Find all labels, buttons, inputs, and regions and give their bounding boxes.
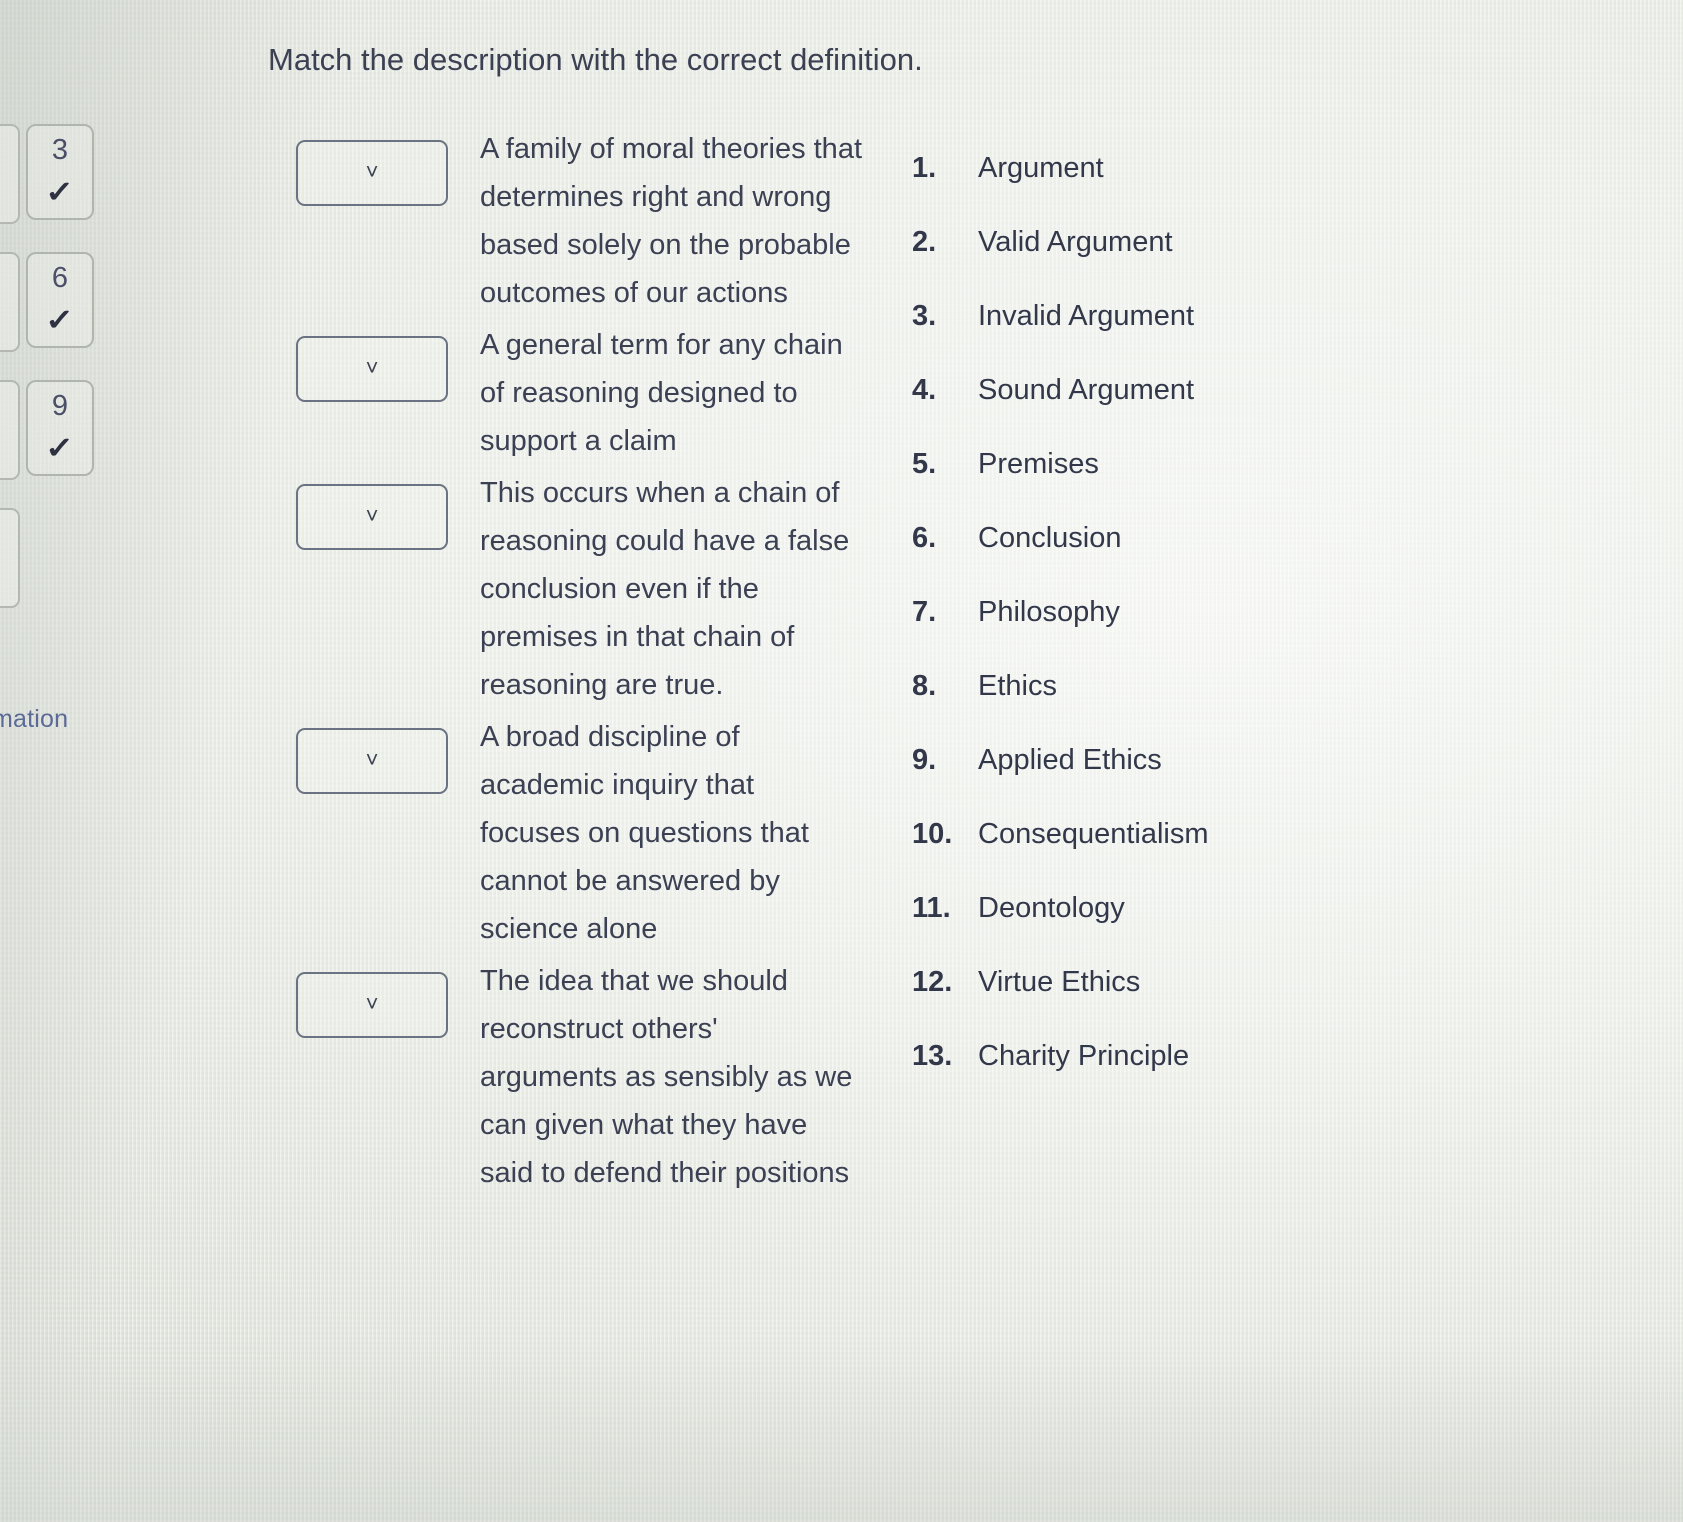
option-label: Conclusion bbox=[978, 522, 1122, 554]
answer-option-5: 5. Premises bbox=[912, 448, 1382, 481]
option-number: 6. bbox=[912, 522, 937, 554]
match-row: ˅ The idea that we should reconstruct ot… bbox=[296, 957, 896, 1197]
match-row: ˅ This occurs when a chain of reasoning … bbox=[296, 469, 896, 709]
option-number: 1. bbox=[912, 152, 937, 184]
match-description: A general term for any chain of reasonin… bbox=[480, 329, 843, 457]
matching-question-list: ˅ A family of moral theories that determ… bbox=[296, 125, 896, 1201]
option-number: 3. bbox=[912, 300, 937, 332]
option-number: 12. bbox=[912, 966, 953, 998]
option-number: 8. bbox=[912, 670, 937, 702]
option-label: Deontology bbox=[978, 892, 1125, 924]
option-number: 11. bbox=[912, 892, 951, 924]
option-label: Philosophy bbox=[978, 596, 1120, 628]
chevron-down-icon: ˅ bbox=[365, 990, 379, 1016]
answer-option-3: 3. Invalid Argument bbox=[912, 300, 1382, 333]
match-description: The idea that we should reconstruct othe… bbox=[480, 965, 853, 1189]
match-description: A broad discipline of academic inquiry t… bbox=[480, 721, 809, 945]
answer-option-13: 13. Charity Principle bbox=[912, 1040, 1382, 1073]
match-description: A family of moral theories that determin… bbox=[480, 133, 862, 309]
match-description: This occurs when a chain of reasoning co… bbox=[480, 477, 850, 701]
nav-card-peek-3[interactable] bbox=[0, 380, 20, 480]
check-icon: ✓ bbox=[45, 432, 75, 465]
check-icon: ✓ bbox=[45, 176, 75, 209]
option-label: Charity Principle bbox=[978, 1040, 1190, 1072]
option-number: 13. bbox=[912, 1040, 953, 1072]
sidebar-truncated-label: mation bbox=[0, 705, 69, 733]
match-dropdown-5[interactable]: ˅ bbox=[296, 972, 448, 1038]
match-row: ˅ A general term for any chain of reason… bbox=[296, 321, 896, 465]
option-number: 7. bbox=[912, 596, 937, 628]
match-row: ˅ A broad discipline of academic inquiry… bbox=[296, 713, 896, 953]
option-number: 2. bbox=[912, 226, 937, 258]
option-number: 4. bbox=[912, 374, 937, 406]
answer-option-11: 11. Deontology bbox=[912, 892, 1382, 925]
option-number: 10. bbox=[912, 818, 953, 850]
chevron-down-icon: ˅ bbox=[365, 746, 379, 772]
match-dropdown-1[interactable]: ˅ bbox=[296, 140, 448, 206]
nav-card-question-3[interactable]: 3 ✓ bbox=[26, 124, 94, 220]
nav-card-number: 3 bbox=[51, 134, 69, 166]
answer-option-8: 8. Ethics bbox=[912, 670, 1382, 703]
option-label: Consequentialism bbox=[978, 818, 1209, 850]
option-label: Invalid Argument bbox=[978, 300, 1195, 332]
answer-option-4: 4. Sound Argument bbox=[912, 374, 1382, 407]
option-number: 9. bbox=[912, 744, 937, 776]
nav-card-peek-4[interactable] bbox=[0, 508, 20, 608]
option-label: Virtue Ethics bbox=[978, 966, 1141, 998]
match-row: ˅ A family of moral theories that determ… bbox=[296, 125, 896, 317]
nav-card-number: 9 bbox=[51, 390, 69, 422]
nav-card-question-9[interactable]: 9 ✓ bbox=[26, 380, 94, 476]
nav-card-peek-1[interactable] bbox=[0, 124, 20, 224]
option-label: Ethics bbox=[978, 670, 1057, 702]
nav-card-peek-2[interactable] bbox=[0, 252, 20, 352]
option-label: Premises bbox=[978, 448, 1099, 480]
match-dropdown-3[interactable]: ˅ bbox=[296, 484, 448, 550]
option-label: Argument bbox=[978, 152, 1104, 184]
check-icon: ✓ bbox=[45, 304, 75, 337]
page-title: Match the description with the correct d… bbox=[268, 42, 923, 77]
option-number: 5. bbox=[912, 448, 937, 480]
match-dropdown-2[interactable]: ˅ bbox=[296, 336, 448, 402]
answer-options-list: 1. Argument 2. Valid Argument 3. Invalid… bbox=[912, 152, 1382, 1114]
chevron-down-icon: ˅ bbox=[365, 158, 379, 184]
match-dropdown-4[interactable]: ˅ bbox=[296, 728, 448, 794]
option-label: Sound Argument bbox=[978, 374, 1195, 406]
answer-option-9: 9. Applied Ethics bbox=[912, 744, 1382, 777]
chevron-down-icon: ˅ bbox=[365, 502, 379, 528]
answer-option-7: 7. Philosophy bbox=[912, 596, 1382, 629]
option-label: Applied Ethics bbox=[978, 744, 1162, 776]
option-label: Valid Argument bbox=[978, 226, 1173, 258]
nav-card-number: 6 bbox=[51, 262, 69, 294]
answer-option-1: 1. Argument bbox=[912, 152, 1382, 185]
answer-option-2: 2. Valid Argument bbox=[912, 226, 1382, 259]
nav-card-question-6[interactable]: 6 ✓ bbox=[26, 252, 94, 348]
question-navigation-sidebar: 3 ✓ 6 ✓ 9 ✓ mation bbox=[0, 0, 120, 1522]
answer-option-12: 12. Virtue Ethics bbox=[912, 966, 1382, 999]
answer-option-6: 6. Conclusion bbox=[912, 522, 1382, 555]
chevron-down-icon: ˅ bbox=[365, 354, 379, 380]
answer-option-10: 10. Consequentialism bbox=[912, 818, 1382, 851]
